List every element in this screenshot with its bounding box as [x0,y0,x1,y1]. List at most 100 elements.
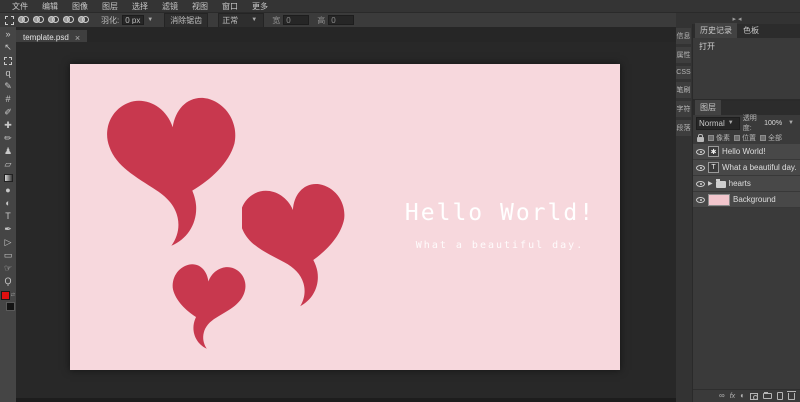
tab-brushes[interactable]: 笔刷 [676,82,691,98]
lock-pixels-checkbox[interactable] [708,134,714,141]
layer-name: What a beautiful day. [722,163,797,172]
tab-paragraph[interactable]: 段落 [676,120,691,136]
layer-name: Background [733,195,776,204]
color-swatches[interactable]: ⇄ [1,291,15,311]
menu-item-view[interactable]: 视图 [185,1,215,12]
menu-item-select[interactable]: 选择 [125,1,155,12]
visibility-eye-icon[interactable] [696,180,705,187]
group-folder-icon [715,178,726,188]
menu-item-layer[interactable]: 图层 [95,1,125,12]
clone-stamp-tool-icon[interactable]: ♟ [1,145,15,158]
close-icon[interactable]: × [75,33,80,43]
blend-caret-icon: ▼ [727,120,734,126]
tab-layers[interactable]: 图层 [695,100,721,115]
marquee-tool-icon[interactable] [1,54,15,67]
height-label: 高 [317,15,326,25]
photo-editor-window: 文件 编辑 图像 图层 选择 滤镜 视图 窗口 更多 羽化: ▼ 消除锯齿 正常… [0,0,800,402]
foreground-color-swatch[interactable] [1,291,10,300]
lock-position-checkbox[interactable] [734,134,740,141]
eyedropper-tool-icon[interactable]: ✐ [1,106,15,119]
pen-tool-icon[interactable]: ✒ [1,223,15,236]
new-selection-icon[interactable] [18,15,31,25]
shape-tool-icon[interactable]: ▭ [1,249,15,262]
visibility-eye-icon[interactable] [696,196,705,203]
style-select-value: 正常 [222,15,239,25]
menu-item-window[interactable]: 窗口 [215,1,245,12]
feather-caret-icon[interactable]: ▼ [147,17,153,23]
antialias-button[interactable]: 消除锯齿 [164,12,209,28]
add-selection-icon[interactable] [33,15,46,25]
lasso-tool-icon[interactable]: ɋ [1,67,15,80]
toolbar-collapse-icon[interactable]: » [1,28,15,41]
lock-position-label: 位置 [742,134,756,142]
smart-text-layer-icon: ✱ [708,146,719,157]
layer-effects-icon[interactable]: fx [730,393,735,400]
subtract-selection-icon[interactable] [48,15,61,25]
brush-tool-icon[interactable]: ✏ [1,132,15,145]
opacity-caret-icon[interactable]: ▼ [788,120,794,126]
menu-item-image[interactable]: 图像 [65,1,95,12]
panel-side-strip: 信息 属性 CSS 笔刷 字符 段落 [676,24,692,402]
path-select-tool-icon[interactable]: ▷ [1,236,15,249]
tool-options-bar: 羽化: ▼ 消除锯齿 正常 ▼ 宽 高 [0,12,690,28]
gradient-tool-icon[interactable] [1,171,15,184]
dodge-tool-icon[interactable]: ◐ [1,197,15,210]
link-layers-icon[interactable]: ∞ [719,392,725,400]
layer-row-hello-world[interactable]: ✱ Hello World! [693,144,800,160]
lock-row: 像素 位置 全部 [693,131,800,144]
menu-bar: 文件 编辑 图像 图层 选择 滤镜 视图 窗口 更多 [0,0,800,13]
layer-name: Hello World! [722,147,766,156]
healing-tool-icon[interactable]: ✚ [1,119,15,132]
blend-mode-value: Normal [699,118,725,128]
lock-pixels-label: 像素 [716,134,730,142]
swap-colors-icon[interactable]: ⇄ [11,292,15,298]
delete-layer-icon[interactable] [787,390,796,400]
canvas-title-text: Hello World! [404,200,596,226]
style-select[interactable]: 正常 ▼ [218,12,265,28]
visibility-eye-icon[interactable] [696,148,705,155]
feather-input[interactable] [122,15,145,25]
new-group-icon[interactable] [763,392,772,399]
background-color-swatch[interactable] [6,302,15,311]
layer-row-background[interactable]: Background [693,192,800,208]
visibility-eye-icon[interactable] [696,164,705,171]
width-label: 宽 [272,15,281,25]
menu-item-filter[interactable]: 滤镜 [155,1,185,12]
menu-item-edit[interactable]: 编辑 [35,1,65,12]
viewport-bottom-edge [16,398,676,402]
crop-tool-icon[interactable]: # [1,93,15,106]
width-input[interactable] [283,15,310,25]
tab-swatches[interactable]: 色板 [738,23,764,38]
layer-row-subtitle[interactable]: T What a beautiful day. [693,160,800,176]
history-entry-open[interactable]: 打开 [693,38,800,55]
lock-icon[interactable] [697,133,704,142]
zoom-tool-icon[interactable]: Ϙ [1,275,15,288]
tab-character[interactable]: 字符 [676,101,691,117]
canvas[interactable]: Hello World! What a beautiful day. [70,64,620,370]
tab-properties[interactable]: 属性 [676,47,691,63]
eraser-tool-icon[interactable]: ▱ [1,158,15,171]
height-input[interactable] [328,15,355,25]
quick-select-tool-icon[interactable]: ✎ [1,80,15,93]
intersect-selection-icon[interactable] [63,15,76,25]
expand-group-icon[interactable]: ▶ [708,180,713,187]
canvas-viewport: Hello World! What a beautiful day. [16,42,676,402]
adjustment-layer-icon[interactable]: ◐ [740,392,745,400]
type-tool-icon[interactable]: T [1,210,15,223]
opacity-value[interactable]: 100% [764,120,782,127]
tab-info[interactable]: 信息 [676,28,691,44]
blend-mode-select[interactable]: Normal ▼ [696,116,740,130]
blur-tool-icon[interactable]: ● [1,184,15,197]
menu-item-file[interactable]: 文件 [5,1,35,12]
tab-history[interactable]: 历史记录 [695,23,737,38]
exclude-selection-icon[interactable] [78,15,91,25]
hand-tool-icon[interactable]: ☞ [1,262,15,275]
new-layer-icon[interactable] [777,392,783,400]
layer-mask-icon[interactable] [750,392,758,400]
menu-item-more[interactable]: 更多 [245,1,275,12]
layer-row-hearts-group[interactable]: ▶ hearts [693,176,800,192]
move-tool-icon[interactable]: ↖ [1,41,15,54]
heart-medium [242,184,345,307]
tab-css[interactable]: CSS [676,66,691,79]
lock-all-checkbox[interactable] [760,134,766,141]
